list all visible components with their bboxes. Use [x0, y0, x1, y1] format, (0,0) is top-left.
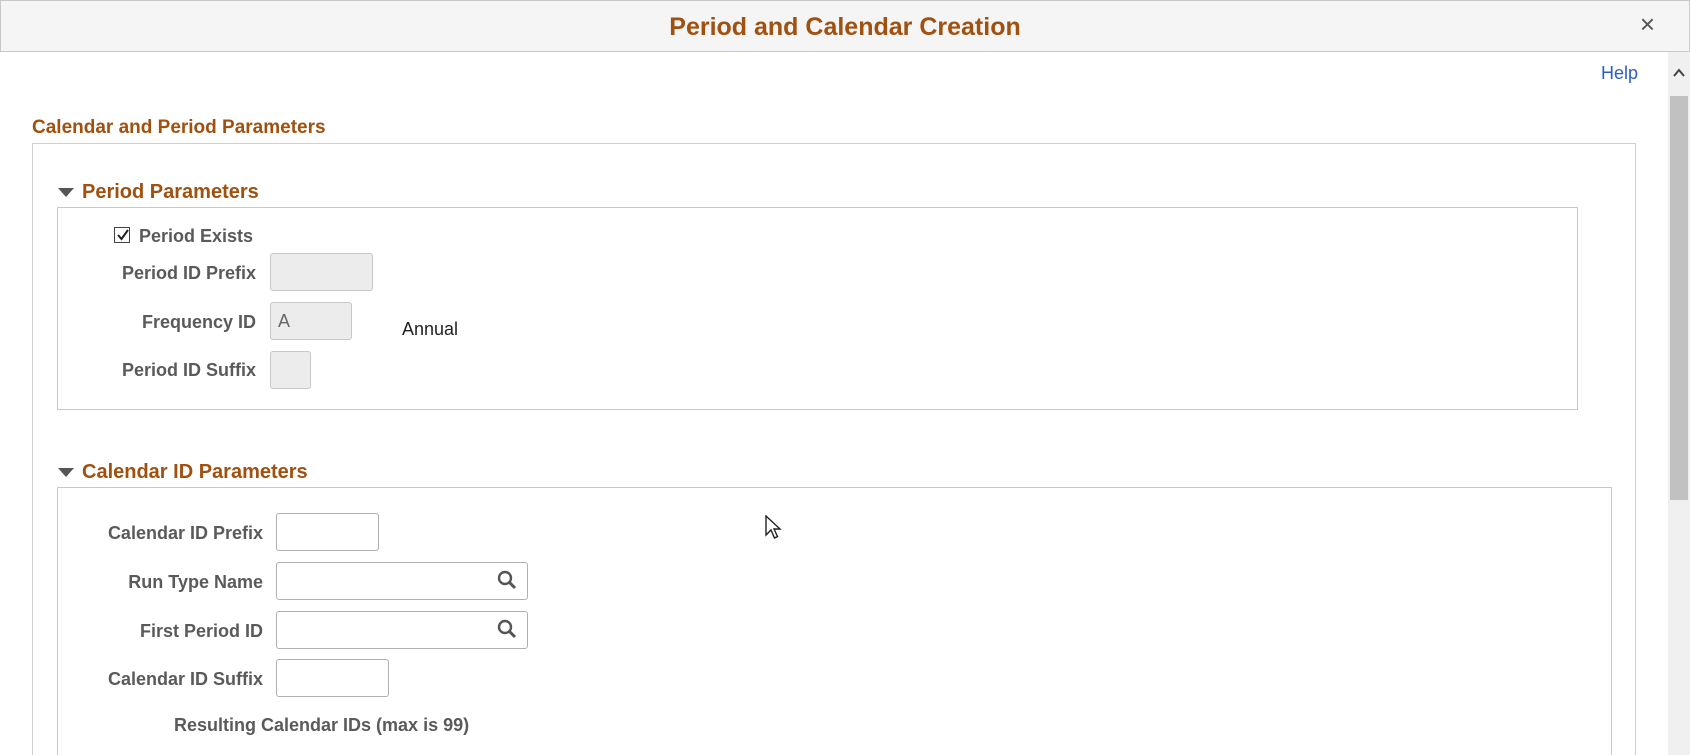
modal-title-bar: Period and Calendar Creation × — [0, 0, 1690, 52]
close-icon[interactable]: × — [1640, 11, 1655, 37]
frequency-id-field — [270, 302, 352, 340]
triangle-down-icon — [58, 468, 74, 477]
triangle-down-icon — [58, 188, 74, 197]
calendar-id-suffix-label: Calendar ID Suffix — [107, 669, 263, 689]
calendar-id-prefix-input[interactable] — [276, 513, 379, 551]
period-id-prefix-label: Period ID Prefix — [121, 263, 256, 283]
chevron-up-icon[interactable] — [1672, 66, 1686, 80]
vertical-scrollbar[interactable] — [1668, 52, 1690, 755]
period-id-prefix-field — [270, 253, 373, 291]
period-exists-label: Period Exists — [139, 226, 254, 246]
first-period-id-input[interactable] — [276, 611, 528, 649]
period-exists-checkbox[interactable] — [114, 227, 130, 243]
search-icon[interactable] — [496, 569, 518, 591]
period-id-suffix-label: Period ID Suffix — [121, 360, 256, 380]
calendar-id-prefix-label: Calendar ID Prefix — [107, 523, 263, 543]
frequency-description: Annual — [402, 319, 459, 339]
first-period-id-label: First Period ID — [139, 621, 263, 641]
period-parameters-heading: Period Parameters — [82, 181, 259, 203]
checkmark-icon — [117, 229, 129, 241]
period-id-suffix-field — [270, 351, 311, 389]
modal-title: Period and Calendar Creation — [669, 13, 1021, 41]
run-type-name-label: Run Type Name — [128, 572, 263, 592]
help-link[interactable]: Help — [1601, 63, 1638, 84]
frequency-id-label: Frequency ID — [141, 312, 256, 332]
search-icon[interactable] — [496, 618, 518, 640]
run-type-name-input[interactable] — [276, 562, 528, 600]
section-title: Calendar and Period Parameters — [32, 117, 326, 138]
scrollbar-thumb[interactable] — [1670, 96, 1688, 500]
calendar-id-suffix-input[interactable] — [276, 659, 389, 697]
calendar-id-parameters-toggle[interactable]: Calendar ID Parameters — [58, 461, 308, 484]
period-parameters-toggle[interactable]: Period Parameters — [58, 181, 259, 204]
resulting-calendar-ids-label: Resulting Calendar IDs (max is 99) — [174, 715, 470, 735]
calendar-id-parameters-heading: Calendar ID Parameters — [82, 461, 308, 483]
mouse-cursor-icon — [765, 515, 782, 539]
